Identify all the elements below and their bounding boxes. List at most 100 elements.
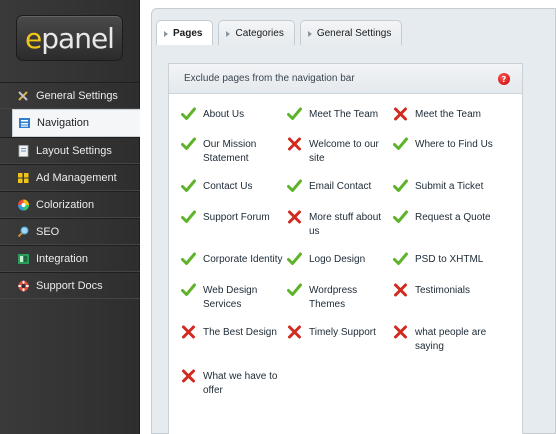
check-icon[interactable]: [287, 252, 302, 266]
page-label: Corporate Identity: [203, 254, 283, 265]
check-icon[interactable]: [393, 252, 408, 266]
section-header: Exclude pages from the navigation bar ?: [169, 64, 522, 94]
page-toggle-item[interactable]: what people are saying: [393, 325, 499, 354]
magnifier-icon: [16, 226, 30, 238]
page-label: Wordpress Themes: [309, 285, 358, 310]
page-toggle-item[interactable]: Web Design Services: [181, 283, 287, 312]
page-toggle-item[interactable]: Welcome to our site: [287, 137, 393, 166]
page-label: what people are saying: [415, 327, 487, 352]
list-icon: [17, 117, 31, 129]
check-icon[interactable]: [393, 137, 408, 151]
tab-pages[interactable]: Pages: [156, 20, 214, 45]
page-toggle-item[interactable]: Logo Design: [287, 252, 393, 267]
sidebar: epanel General Settings Navigation Layou…: [0, 0, 140, 434]
page-toggle-item[interactable]: Contact Us: [181, 179, 287, 194]
check-icon[interactable]: [393, 210, 408, 224]
page-toggle-item[interactable]: Timely Support: [287, 325, 393, 340]
sidebar-item-label: Layout Settings: [36, 144, 112, 157]
section-title: Exclude pages from the navigation bar: [184, 73, 355, 84]
page-toggle-item[interactable]: Corporate Identity: [181, 252, 287, 267]
sidebar-item-label: Ad Management: [36, 171, 117, 184]
page-toggle-item[interactable]: Request a Quote: [393, 210, 499, 225]
tab-categories[interactable]: Categories: [218, 20, 295, 45]
cross-icon[interactable]: [287, 325, 302, 339]
check-icon[interactable]: [181, 107, 196, 121]
sidebar-item-support-docs[interactable]: Support Docs: [0, 272, 140, 299]
check-icon[interactable]: [181, 137, 196, 151]
sidebar-item-label: Integration: [36, 252, 88, 265]
cross-icon[interactable]: [393, 283, 408, 297]
sidebar-item-colorization[interactable]: Colorization: [0, 191, 140, 218]
help-icon[interactable]: ?: [498, 73, 510, 85]
sidebar-item-seo[interactable]: SEO: [0, 218, 140, 245]
cross-icon[interactable]: [287, 137, 302, 151]
cross-icon[interactable]: [287, 210, 302, 224]
page-toggle-item[interactable]: Meet the Team: [393, 107, 499, 122]
check-icon[interactable]: [181, 283, 196, 297]
page-label: Meet the Team: [415, 109, 481, 120]
epanel-logo[interactable]: epanel: [16, 15, 123, 61]
color-wheel-icon: [16, 199, 30, 211]
pages-content: Exclude pages from the navigation bar ? …: [168, 63, 523, 434]
page-label: Logo Design: [309, 254, 366, 265]
page-label: Welcome to our site: [309, 139, 379, 164]
cross-icon[interactable]: [393, 107, 408, 121]
grid-icon: [16, 172, 30, 184]
sidebar-item-label: SEO: [36, 225, 60, 238]
page-label: What we have to offer: [203, 371, 278, 396]
settings-panel: Pages Categories General Settings Exclud…: [151, 8, 556, 434]
page-toggle-item[interactable]: Support Forum: [181, 210, 287, 225]
check-icon[interactable]: [287, 179, 302, 193]
check-icon[interactable]: [393, 179, 408, 193]
page-toggle-item[interactable]: Email Contact: [287, 179, 393, 194]
page-toggle-item[interactable]: What we have to offer: [181, 369, 287, 398]
page-toggle-item[interactable]: Wordpress Themes: [287, 283, 393, 312]
page-toggle-item[interactable]: Meet The Team: [287, 107, 393, 122]
main-area: Pages Categories General Settings Exclud…: [140, 0, 556, 434]
cross-icon[interactable]: [393, 325, 408, 339]
sidebar-item-general-settings[interactable]: General Settings: [0, 82, 140, 109]
plug-icon: [16, 253, 30, 265]
page-toggle-item[interactable]: The Best Design: [181, 325, 287, 340]
page-label: Support Forum: [203, 212, 270, 223]
page-toggle-item[interactable]: PSD to XHTML: [393, 252, 499, 267]
sidebar-nav: General Settings Navigation Layout Setti…: [0, 82, 140, 299]
page-label: Our Mission Statement: [203, 139, 257, 164]
page-label: Contact Us: [203, 181, 253, 192]
page-label: Testimonials: [415, 285, 471, 296]
tab-bar: Pages Categories General Settings: [156, 20, 407, 45]
sidebar-item-ad-management[interactable]: Ad Management: [0, 164, 140, 191]
page-toggle-item[interactable]: More stuff about us: [287, 210, 393, 239]
sidebar-item-label: Support Docs: [36, 279, 103, 292]
sidebar-item-layout-settings[interactable]: Layout Settings: [0, 137, 140, 164]
sidebar-item-navigation[interactable]: Navigation: [12, 109, 140, 137]
page-toggle-item[interactable]: About Us: [181, 107, 287, 122]
check-icon[interactable]: [181, 252, 196, 266]
page-icon: [16, 144, 30, 157]
page-label: Request a Quote: [415, 212, 491, 223]
page-toggle-item[interactable]: Where to Find Us: [393, 137, 499, 152]
check-icon[interactable]: [181, 179, 196, 193]
check-icon[interactable]: [287, 283, 302, 297]
page-label: Where to Find Us: [415, 139, 493, 150]
page-label: Meet The Team: [309, 109, 379, 120]
sidebar-item-label: Colorization: [36, 198, 95, 211]
lifebuoy-icon: [16, 280, 30, 292]
cross-icon[interactable]: [181, 325, 196, 339]
page-label: More stuff about us: [309, 212, 382, 237]
page-label: Email Contact: [309, 181, 372, 192]
tab-general-settings[interactable]: General Settings: [299, 20, 403, 45]
page-label: PSD to XHTML: [415, 254, 484, 265]
logo-text: epanel: [25, 21, 115, 55]
sidebar-item-integration[interactable]: Integration: [0, 245, 140, 272]
check-icon[interactable]: [287, 107, 302, 121]
page-toggle-item[interactable]: Our Mission Statement: [181, 137, 287, 166]
page-label: The Best Design: [203, 327, 277, 338]
cross-icon[interactable]: [181, 369, 196, 383]
check-icon[interactable]: [181, 210, 196, 224]
page-label: Submit a Ticket: [415, 181, 484, 192]
page-toggle-item[interactable]: Testimonials: [393, 283, 499, 298]
sidebar-item-label: General Settings: [36, 89, 118, 102]
page-toggle-item[interactable]: Submit a Ticket: [393, 179, 499, 194]
page-label: Timely Support: [309, 327, 376, 338]
